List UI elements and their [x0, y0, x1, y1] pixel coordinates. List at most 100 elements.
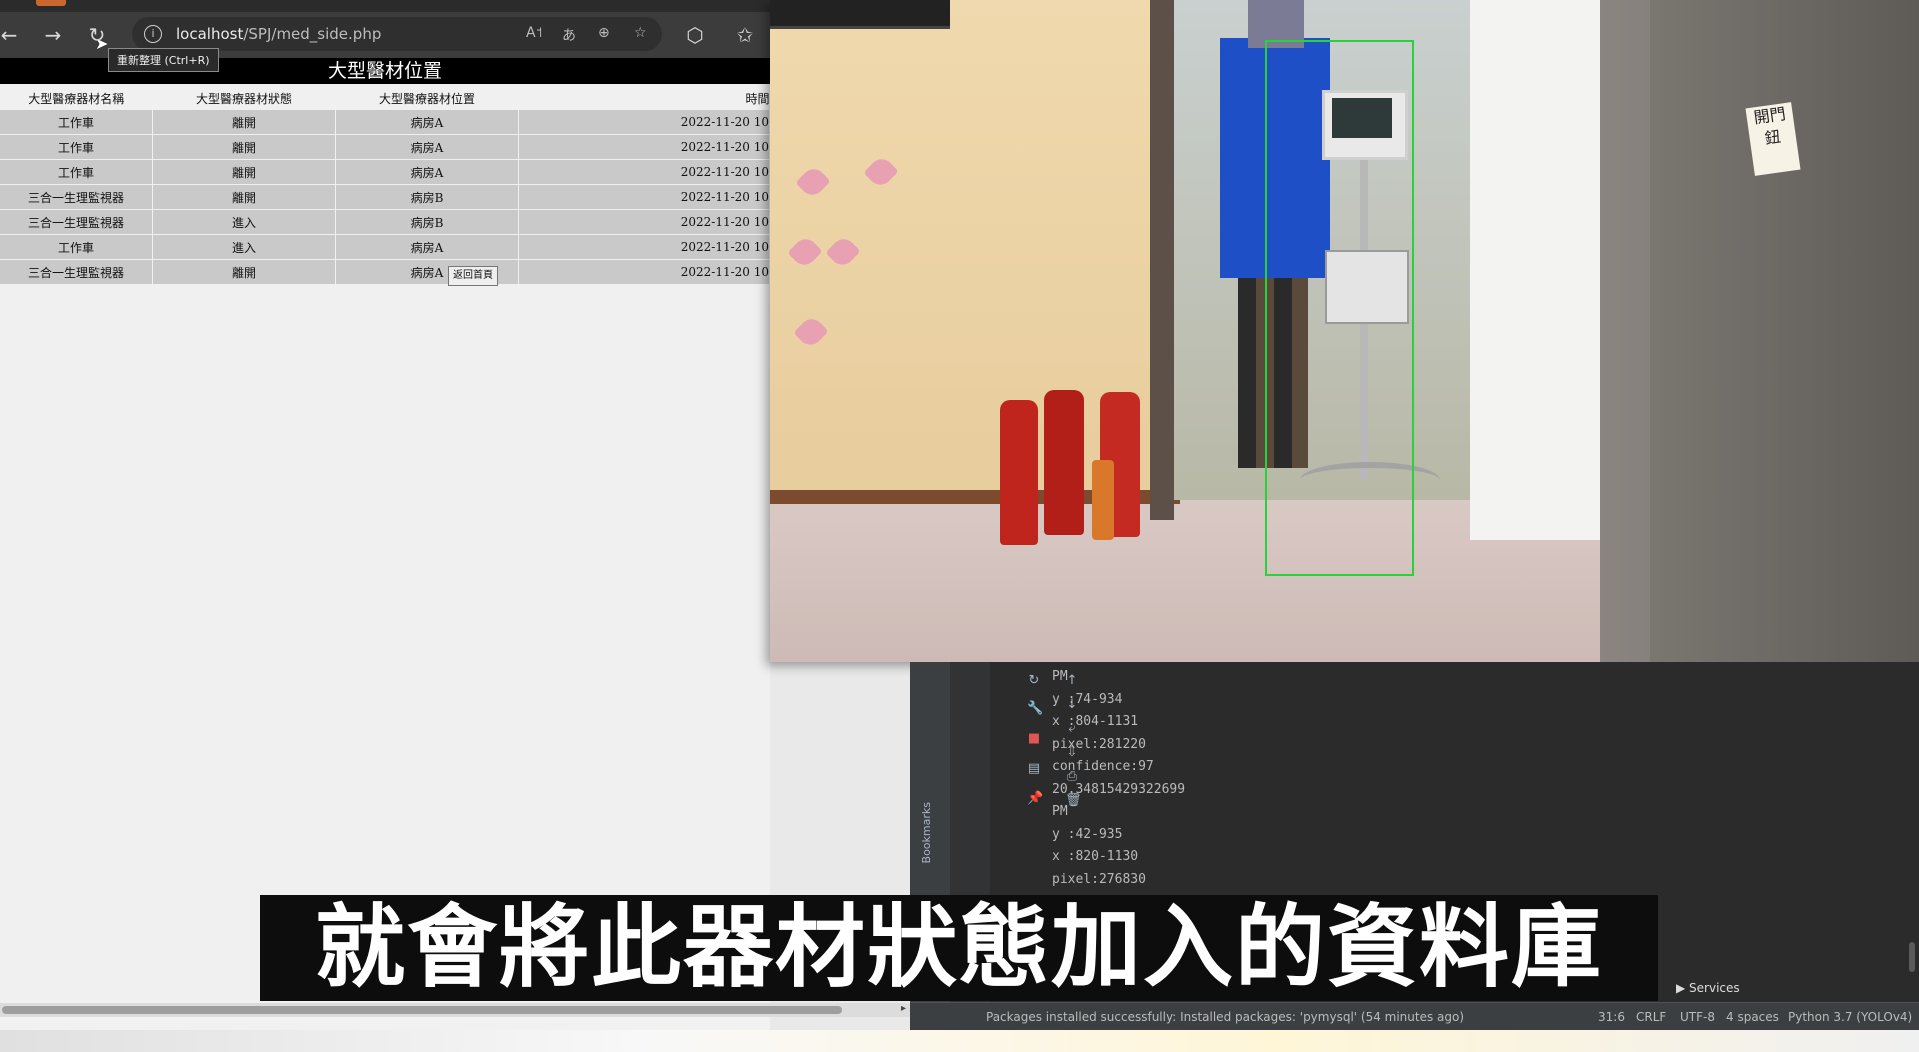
cell-equipment-name: 工作車 [0, 134, 153, 160]
bottom-strip [0, 1030, 1919, 1052]
table-header-row: 大型醫療器材名稱 大型醫療器材狀態 大型醫療器材位置 時間 [0, 86, 770, 110]
cell-equipment-state: 離開 [152, 159, 336, 185]
rerun-icon[interactable]: ↻ [1027, 674, 1041, 688]
console-line: 20.34815429322699 [1052, 781, 1186, 797]
cell-equipment-name: 工作車 [0, 159, 153, 185]
forward-icon[interactable]: → [38, 20, 68, 50]
info-icon[interactable]: i [144, 25, 162, 43]
file-encoding[interactable]: UTF-8 [1680, 1003, 1715, 1031]
cell-time: 2022-11-20 10 [518, 184, 770, 210]
favorites-bar-icon[interactable]: ✩ [730, 20, 760, 50]
pin-icon[interactable]: 📌 [1027, 792, 1043, 806]
table-row: 工作車 離開 病房A 2022-11-20 10 [0, 134, 770, 160]
cell-equipment-position: 病房A [335, 234, 519, 260]
cell-equipment-name: 三合一生理監視器 [0, 209, 153, 235]
url-path: /SPJ/med_side.php [243, 25, 382, 43]
table-row: 工作車 進入 病房A 2022-11-20 10 [0, 234, 770, 260]
tab-strip [0, 0, 770, 12]
cell-time: 2022-11-20 10 [518, 159, 770, 185]
table-row: 三合一生理監視器 進入 病房B 2022-11-20 10 [0, 209, 770, 235]
stop-icon[interactable]: ■ [1027, 732, 1041, 746]
extensions-icon[interactable]: ⬡ [680, 20, 710, 50]
col-header-name: 大型醫療器材名稱 [0, 86, 153, 110]
console-line: pixel:281220 [1052, 736, 1146, 752]
fire-extinguisher [1000, 400, 1038, 545]
table-row: 三合一生理監視器 離開 病房A 2022-11-20 10 [0, 259, 770, 285]
console-line: x :804-1131 [1052, 714, 1139, 729]
scrollbar-thumb[interactable] [2, 1006, 842, 1014]
cursor-position[interactable]: 31:6 [1598, 1003, 1625, 1031]
line-separator[interactable]: CRLF [1636, 1003, 1666, 1031]
back-icon[interactable]: ← [0, 20, 24, 50]
services-label: Services [1689, 981, 1740, 995]
horizontal-scrollbar[interactable]: ▸ [0, 1003, 910, 1017]
console-line: confidence:97 [1052, 759, 1154, 774]
indent-setting[interactable]: 4 spaces [1726, 1003, 1779, 1031]
detection-bounding-box [1265, 40, 1414, 576]
cell-equipment-state: 離開 [152, 110, 336, 135]
status-message[interactable]: Packages installed successfully: Install… [986, 1003, 1464, 1031]
ide-status-bar: ▶ Services Packages installed successful… [910, 981, 1919, 1031]
cell-equipment-name: 工作車 [0, 110, 153, 135]
spray-can [1092, 460, 1114, 540]
fire-extinguisher [1044, 390, 1084, 535]
door-button-sign: 開門鈕 [1745, 102, 1801, 176]
table-row: 工作車 離開 病房A 2022-11-20 10 [0, 110, 770, 135]
wall-screen [770, 0, 950, 29]
console-line: pixel:276830 [1052, 871, 1146, 887]
console-line: x :820-1130 [1052, 849, 1139, 864]
read-aloud-icon[interactable]: A˦ [526, 25, 542, 41]
cell-equipment-position: 病房B [335, 209, 519, 235]
active-tab[interactable] [36, 0, 66, 6]
console-output[interactable]: PM y :74-934 x :804-1131 pixel:281220 confid… [1052, 666, 1902, 891]
services-tab[interactable]: ▶ Services [1676, 977, 1740, 999]
cell-equipment-state: 離開 [152, 184, 336, 210]
cell-equipment-position: 病房A [335, 134, 519, 160]
equipment-table: 大型醫療器材名稱 大型醫療器材狀態 大型醫療器材位置 時間 工作車 離開 病房A 20… [0, 86, 770, 285]
wall [770, 0, 1150, 520]
translate-icon[interactable]: あ [562, 25, 576, 45]
elevator-door [1650, 0, 1919, 662]
console-scrollbar[interactable] [1909, 942, 1915, 972]
wrench-icon[interactable]: 🔧 [1027, 702, 1043, 716]
browser-window: ← → ↻ i localhost/SPJ/med_side.php A˦ あ … [0, 0, 910, 1030]
table-row: 工作車 離開 病房A 2022-11-20 10 [0, 159, 770, 185]
console-line: y :74-934 [1052, 691, 1123, 707]
console-line: y :42-935 [1052, 826, 1123, 842]
url-host: localhost [176, 25, 244, 43]
camera-feed: 開門鈕 [770, 0, 1919, 662]
scroll-right-icon[interactable]: ▸ [901, 1003, 906, 1014]
bookmarks-tab[interactable]: Bookmarks [920, 802, 933, 863]
corridor-wall [1470, 0, 1600, 540]
cell-equipment-position: 病房A [335, 110, 519, 135]
back-home-button[interactable]: 返回首頁 [448, 266, 498, 286]
python-interpreter[interactable]: Python 3.7 (YOLOv4) [1788, 1003, 1912, 1031]
zoom-icon[interactable]: ⊕ [598, 25, 610, 41]
mouse-cursor-icon: ➤ [95, 34, 109, 53]
cell-equipment-name: 三合一生理監視器 [0, 259, 153, 285]
url-text[interactable]: localhost/SPJ/med_side.php [176, 25, 381, 43]
cell-equipment-name: 三合一生理監視器 [0, 184, 153, 210]
layout-icon[interactable]: ▤ [1027, 762, 1041, 776]
cell-equipment-state: 離開 [152, 134, 336, 160]
cell-time: 2022-11-20 10 [518, 110, 770, 135]
col-header-state: 大型醫療器材狀態 [152, 86, 336, 110]
cell-time: 2022-11-20 10 [518, 234, 770, 260]
cell-equipment-state: 離開 [152, 259, 336, 285]
cell-time: 2022-11-20 10 [518, 259, 770, 285]
table-row: 三合一生理監視器 離開 病房B 2022-11-20 10 [0, 184, 770, 210]
refresh-tooltip: 重新整理 (Ctrl+R) [108, 48, 219, 72]
door-frame [1150, 0, 1174, 520]
web-page: 大型醫材位置 大型醫療器材名稱 大型醫療器材狀態 大型醫療器材位置 時間 工作車… [0, 58, 770, 1000]
favorite-icon[interactable]: ☆ [634, 25, 647, 41]
address-bar[interactable]: i localhost/SPJ/med_side.php A˦ あ ⊕ ☆ [132, 17, 662, 51]
console-line: PM [1052, 804, 1068, 819]
col-header-position: 大型醫療器材位置 [335, 86, 519, 110]
cell-time: 2022-11-20 10 [518, 209, 770, 235]
cell-equipment-position: 病房B [335, 184, 519, 210]
video-subtitle: 就會將此器材狀態加入的資料庫 [260, 895, 1658, 1001]
col-header-time: 時間 [518, 86, 770, 110]
cell-equipment-name: 工作車 [0, 234, 153, 260]
console-line: PM [1052, 669, 1068, 684]
cell-equipment-state: 進入 [152, 234, 336, 260]
